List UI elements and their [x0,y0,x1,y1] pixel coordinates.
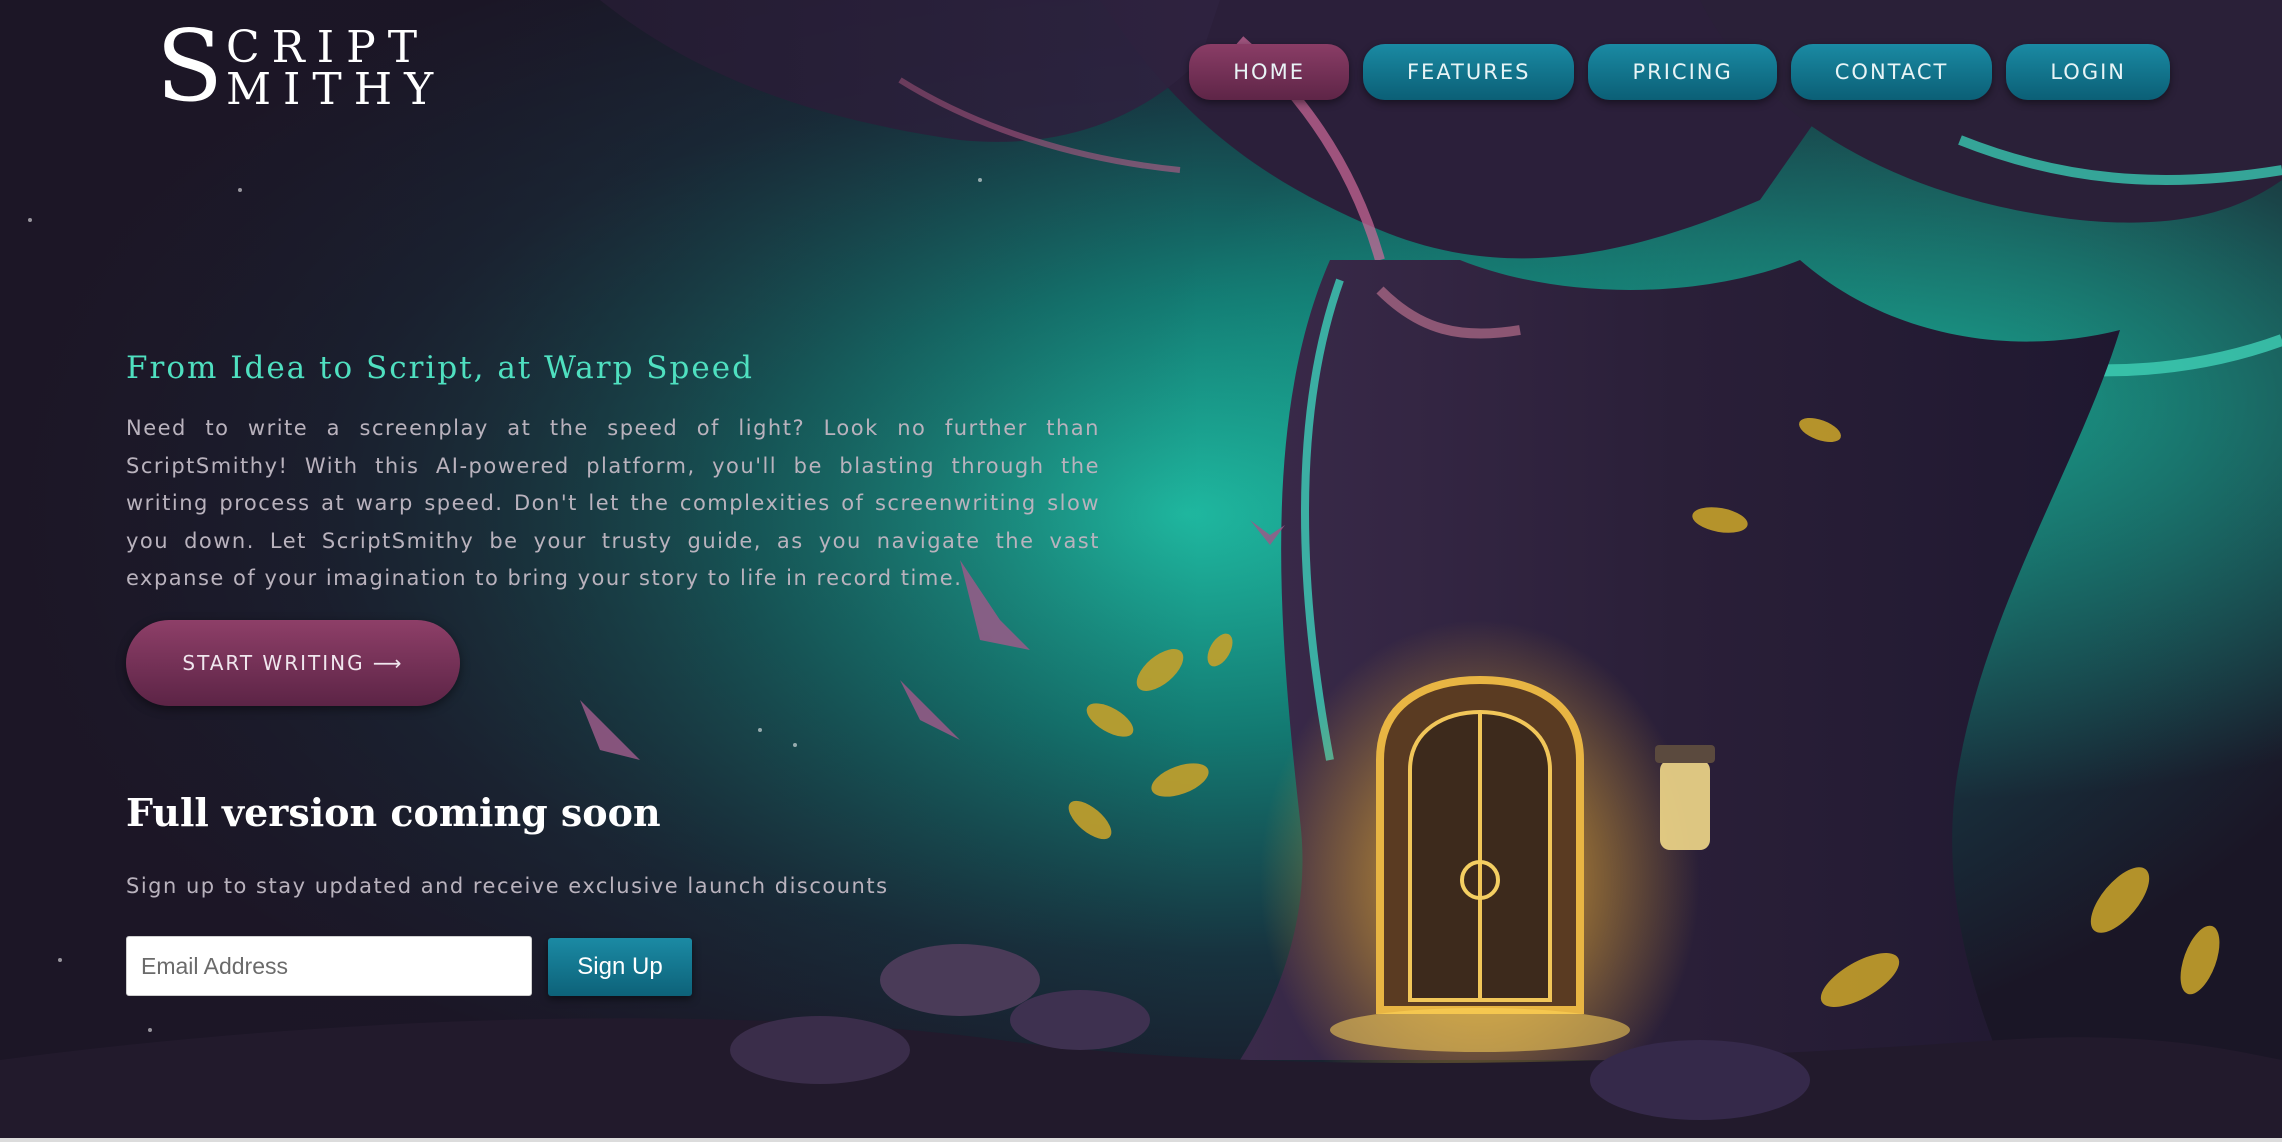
logo-line-2: MITHY [226,64,446,115]
nav-home-button[interactable]: HOME [1189,44,1349,100]
main-nav: HOME FEATURES PRICING CONTACT LOGIN [1189,44,2170,100]
nav-features-button[interactable]: FEATURES [1362,44,1575,100]
logo-initial: S [156,10,224,124]
nav-login-button[interactable]: LOGIN [2006,44,2170,100]
signup-subtext: Sign up to stay updated and receive excl… [126,874,889,898]
hero-title: From Idea to Script, at Warp Speed [126,350,754,386]
page-bottom-edge [0,1138,2282,1142]
landing-page: S CRIPT MITHY HOME FEATURES PRICING CONT… [0,0,2282,1142]
logo[interactable]: S CRIPT MITHY [156,18,446,116]
nav-contact-button[interactable]: CONTACT [1790,44,1993,100]
email-field[interactable] [126,936,532,996]
hero-description: Need to write a screenplay at the speed … [126,416,1100,590]
coming-soon-heading: Full version coming soon [126,790,661,835]
nav-pricing-button[interactable]: PRICING [1588,44,1777,100]
start-writing-button[interactable]: START WRITING ⟶ [126,620,460,706]
sign-up-button[interactable]: Sign Up [548,938,692,996]
